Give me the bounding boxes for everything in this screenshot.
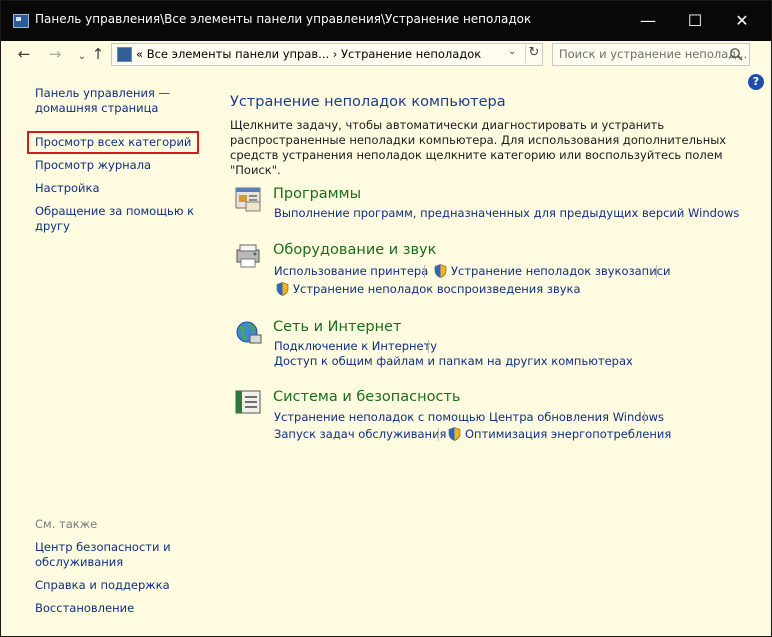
forward-arrow-icon[interactable]: →	[46, 44, 64, 64]
sidebar-item-remote-help[interactable]: Обращение за помощью к другу	[35, 204, 194, 234]
sidebar-item-all-categories[interactable]: Просмотр всех категорий	[27, 131, 200, 154]
programs-icon[interactable]	[234, 185, 264, 213]
network-internet-icon[interactable]	[234, 319, 264, 347]
search-icon[interactable]	[729, 47, 743, 61]
sidebar-item-label: Центр безопасности и	[35, 540, 171, 554]
control-panel-icon	[117, 47, 132, 62]
breadcrumb[interactable]: « Все элементы панели управ... › Устране…	[136, 47, 481, 61]
back-arrow-icon[interactable]: ←	[15, 44, 33, 64]
uac-shield-icon	[276, 282, 289, 296]
navigation-bar: ← → ⌄ ↑ « Все элементы панели управ... ›…	[1, 41, 771, 67]
link-separator	[438, 428, 439, 441]
sidebar-item-label: Обращение за помощью к	[35, 204, 195, 218]
sidebar-home-line2: домашняя страница	[35, 101, 159, 115]
sidebar-item-recovery[interactable]: Восстановление	[35, 601, 134, 616]
category-network-internet[interactable]: Сеть и Интернет	[273, 319, 401, 335]
category-programs[interactable]: Программы	[273, 186, 361, 202]
maximize-button[interactable]: ☐	[672, 1, 718, 41]
sidebar-item-history[interactable]: Просмотр журнала	[35, 158, 151, 173]
link-separator	[424, 265, 425, 278]
address-bar[interactable]: « Все элементы панели управ... › Устране…	[111, 43, 543, 66]
see-also-heading: См. также	[35, 517, 98, 531]
category-system-security[interactable]: Система и безопасность	[273, 389, 460, 405]
title-bar[interactable]: Панель управления\Все элементы панели уп…	[1, 1, 771, 41]
sidebar-item-label: обслуживания	[35, 555, 124, 569]
control-panel-icon	[13, 14, 29, 28]
sidebar-item-security-center[interactable]: Центр безопасности и обслуживания	[35, 540, 171, 570]
hardware-sound-icon[interactable]	[234, 242, 264, 270]
search-placeholder: Поиск и устранение неполад...	[559, 47, 748, 61]
sidebar-item-label: другу	[35, 219, 70, 233]
link-separator	[428, 340, 429, 353]
sidebar-item-help-support[interactable]: Справка и поддержка	[35, 578, 170, 593]
link-windows-update[interactable]: Устранение неполадок с помощью Центра об…	[274, 410, 664, 425]
uac-shield-icon	[434, 264, 447, 278]
link-maintenance-tasks[interactable]: Запуск задач обслуживания	[274, 427, 446, 442]
page-description: Щелкните задачу, чтобы автоматически диа…	[230, 118, 727, 177]
link-use-printer[interactable]: Использование принтера	[274, 264, 428, 279]
category-hardware-sound[interactable]: Оборудование и звук	[273, 242, 436, 258]
link-internet-connection[interactable]: Подключение к Интернету	[274, 339, 437, 354]
sidebar-item-home[interactable]: Панель управления — домашняя страница	[35, 86, 170, 116]
link-separator	[656, 265, 657, 278]
refresh-icon[interactable]: ↻	[525, 45, 542, 63]
window-title: Панель управления\Все элементы панели уп…	[35, 12, 532, 26]
uac-shield-icon	[448, 427, 461, 441]
link-run-legacy-programs[interactable]: Выполнение программ, предназначенных для…	[274, 206, 739, 221]
sidebar-home-line1: Панель управления —	[35, 86, 171, 100]
up-arrow-icon[interactable]: ↑	[89, 44, 107, 64]
link-shared-folders[interactable]: Доступ к общим файлам и папкам на других…	[274, 354, 633, 369]
minimize-button[interactable]: —	[625, 1, 671, 41]
link-power-optimization[interactable]: Оптимизация энергопотребления	[465, 427, 671, 442]
link-troubleshoot-recording[interactable]: Устранение неполадок звукозаписи	[451, 264, 670, 279]
link-separator	[644, 411, 645, 424]
control-panel-window: Панель управления\Все элементы панели уп…	[0, 0, 772, 637]
system-security-icon[interactable]	[234, 389, 264, 417]
link-troubleshoot-playback[interactable]: Устранение неполадок воспроизведения зву…	[293, 282, 581, 297]
close-button[interactable]: ✕	[719, 1, 765, 41]
address-dropdown-icon[interactable]: ⌄	[508, 46, 516, 57]
sidebar-item-settings[interactable]: Настройка	[35, 181, 100, 196]
page-title: Устранение неполадок компьютера	[230, 94, 506, 110]
help-icon[interactable]: ?	[748, 74, 764, 90]
search-input[interactable]: Поиск и устранение неполад...	[552, 43, 750, 66]
